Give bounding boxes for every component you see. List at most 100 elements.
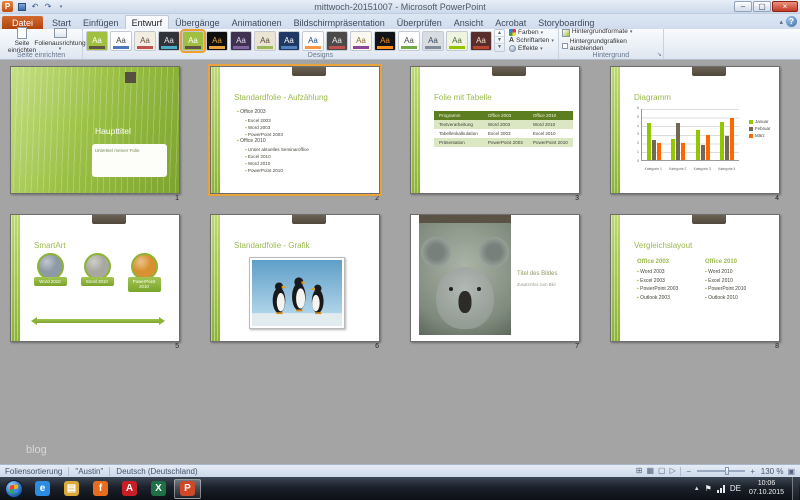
theme-edge-strip bbox=[211, 67, 220, 193]
slide-thumbnail-4[interactable]: Diagramm 6543210 Kategorie 1Kategorie 2K… bbox=[610, 66, 780, 194]
slide-title: Haupttitel bbox=[95, 126, 131, 136]
slide-chart: 6543210 Kategorie 1Kategorie 2Kategorie … bbox=[631, 107, 741, 171]
tab-storyboarding[interactable]: Storyboarding bbox=[532, 16, 600, 29]
theme-colors-button[interactable]: Farben ▾ bbox=[508, 29, 555, 36]
hidden-icons-icon[interactable]: ▲ bbox=[694, 486, 700, 492]
tab-ansicht[interactable]: Ansicht bbox=[448, 16, 490, 29]
theme-thumbnail[interactable]: Aa bbox=[350, 31, 372, 51]
slide-chart-plot bbox=[641, 109, 739, 161]
smartart-image-circle bbox=[37, 253, 64, 280]
zoom-slider[interactable] bbox=[697, 470, 745, 472]
show-desktop-button[interactable] bbox=[792, 477, 799, 500]
firefox-icon[interactable]: f bbox=[87, 479, 114, 499]
network-icon[interactable] bbox=[717, 485, 725, 493]
theme-thumbnail[interactable]: Aa bbox=[326, 31, 348, 51]
tab-bildschirmpraesentation[interactable]: Bildschirmpräsentation bbox=[288, 16, 391, 29]
taskbar-icons: e▤fAXP bbox=[29, 479, 201, 499]
slide-sorter-view-icon[interactable]: ▦ bbox=[646, 466, 654, 476]
slide-thumbnail-5[interactable]: SmartArt Word 2010 Excel 2010 PowerPo bbox=[10, 214, 180, 342]
slide-caption: Zusatzinfos zum Bild bbox=[517, 282, 556, 287]
zoom-level[interactable]: 130 % bbox=[761, 467, 784, 476]
theme-edge-strip bbox=[611, 67, 620, 193]
normal-view-icon[interactable]: ⊞ bbox=[636, 466, 643, 476]
language-switcher[interactable]: DE bbox=[730, 484, 741, 493]
reading-view-icon[interactable]: ▢ bbox=[658, 466, 666, 476]
start-button[interactable] bbox=[5, 480, 23, 498]
hide-background-graphics-checkbox[interactable]: Hintergrundgrafiken ausblenden bbox=[562, 39, 660, 53]
maximize-button[interactable]: ▢ bbox=[753, 1, 771, 12]
theme-fonts-button[interactable]: A Schriftarten ▾ bbox=[508, 37, 555, 44]
slide-thumbnail-1[interactable]: Haupttitel Untertitel meiner Folie bbox=[10, 66, 180, 194]
effects-icon bbox=[509, 45, 516, 52]
slide-chart-xlabels: Kategorie 1Kategorie 2Kategorie 3Kategor… bbox=[641, 167, 739, 171]
slide-thumbnail-7[interactable]: Titel des Bildes Zusatzinfos zum Bild bbox=[410, 214, 580, 342]
theme-thumbnail[interactable]: Aa bbox=[206, 31, 228, 51]
tab-start[interactable]: Start bbox=[46, 16, 77, 29]
theme-thumbnail[interactable]: Aa bbox=[158, 31, 180, 51]
fit-to-window-icon[interactable]: ▣ bbox=[787, 467, 795, 476]
theme-edge-strip bbox=[611, 215, 620, 341]
theme-thumbnail[interactable]: Aa bbox=[470, 31, 492, 51]
tab-einfuegen[interactable]: Einfügen bbox=[77, 16, 125, 29]
gallery-down-icon[interactable]: ▼ bbox=[495, 37, 504, 44]
powerpoint-icon[interactable]: P bbox=[174, 479, 201, 499]
slide-thumbnail-3[interactable]: Folie mit Tabelle Programm Office 2003 O… bbox=[410, 66, 580, 194]
chart-bar bbox=[652, 140, 656, 160]
save-icon[interactable] bbox=[16, 1, 28, 12]
excel-icon[interactable]: X bbox=[145, 479, 172, 499]
theme-thumbnail[interactable]: Aa bbox=[302, 31, 324, 51]
theme-tab-shape bbox=[492, 67, 526, 76]
redo-icon[interactable]: ↷ bbox=[42, 1, 54, 12]
group-page-setup: Seite einrichten Folienausrichtung ▾ Sei… bbox=[0, 29, 83, 59]
orientation-icon bbox=[54, 28, 67, 38]
slide-thumbnail-8[interactable]: Vergleichslayout Office 2003 Word 2003 E… bbox=[610, 214, 780, 342]
theme-effects-button[interactable]: Effekte ▾ bbox=[508, 45, 555, 52]
powerpoint-app-icon[interactable]: P bbox=[2, 1, 13, 12]
minimize-ribbon-icon[interactable]: ▴ bbox=[779, 18, 783, 26]
slide-number: 7 bbox=[410, 342, 580, 354]
windows-explorer-icon[interactable]: ▤ bbox=[58, 479, 85, 499]
slide-thumbnail-2[interactable]: Standardfolie - Aufzählung Office 2003 E… bbox=[210, 66, 380, 194]
dialog-launcher-icon[interactable]: ↘ bbox=[657, 51, 662, 59]
tab-uebergaenge[interactable]: Übergänge bbox=[169, 16, 226, 29]
theme-thumbnail[interactable]: Aa bbox=[374, 31, 396, 51]
slide-chart-legend: JanuarFebruarMärz bbox=[749, 119, 770, 140]
zoom-out-icon[interactable]: − bbox=[685, 467, 693, 476]
qat-dropdown-icon[interactable]: ▾ bbox=[55, 1, 67, 12]
taskbar-clock[interactable]: 10:06 07.10.2015 bbox=[746, 480, 787, 497]
slide-thumbnail-6[interactable]: Standardfolie - Grafik bbox=[210, 214, 380, 342]
tab-entwurf[interactable]: Entwurf bbox=[125, 15, 170, 29]
theme-thumbnail[interactable]: Aa bbox=[230, 31, 252, 51]
zoom-slider-thumb[interactable] bbox=[725, 467, 729, 475]
zoom-in-icon[interactable]: + bbox=[749, 467, 757, 476]
tab-animationen[interactable]: Animationen bbox=[226, 16, 288, 29]
language-indicator[interactable]: Deutsch (Deutschland) bbox=[116, 467, 197, 476]
theme-thumbnail[interactable]: Aa bbox=[446, 31, 468, 51]
theme-thumbnail[interactable]: Aa bbox=[134, 31, 156, 51]
gallery-up-icon[interactable]: ▲ bbox=[495, 30, 504, 37]
slideshow-view-icon[interactable]: ▷ bbox=[670, 466, 676, 476]
theme-thumbnail[interactable]: Aa bbox=[278, 31, 300, 51]
theme-thumbnail[interactable]: Aa bbox=[398, 31, 420, 51]
theme-thumbnail[interactable]: Aa bbox=[110, 31, 132, 51]
theme-thumbnail[interactable]: Aa bbox=[182, 31, 204, 51]
minimize-button[interactable]: – bbox=[734, 1, 752, 12]
theme-thumbnail[interactable]: Aa bbox=[86, 31, 108, 51]
close-button[interactable]: × bbox=[772, 1, 798, 12]
chart-bar bbox=[681, 143, 685, 160]
tab-ueberpruefen[interactable]: Überprüfen bbox=[391, 16, 448, 29]
gallery-more-icon[interactable]: ▼ bbox=[495, 44, 504, 51]
internet-explorer-icon[interactable]: e bbox=[29, 479, 56, 499]
theme-tab-shape bbox=[92, 215, 126, 224]
undo-icon[interactable]: ↶ bbox=[29, 1, 41, 12]
adobe-reader-icon[interactable]: A bbox=[116, 479, 143, 499]
theme-thumbnail[interactable]: Aa bbox=[254, 31, 276, 51]
help-icon[interactable]: ? bbox=[786, 16, 797, 27]
tab-acrobat[interactable]: Acrobat bbox=[489, 16, 532, 29]
background-styles-button[interactable]: Hintergrundformate ▾ bbox=[562, 29, 660, 37]
slide-orientation-button[interactable]: Folienausrichtung ▾ bbox=[41, 28, 79, 53]
slide-title: Titel des Bildes bbox=[517, 271, 557, 277]
slide-sorter-workspace: Haupttitel Untertitel meiner Folie 1 Sta… bbox=[0, 60, 800, 464]
theme-thumbnail[interactable]: Aa bbox=[422, 31, 444, 51]
action-center-icon[interactable]: ⚑ bbox=[705, 484, 712, 493]
